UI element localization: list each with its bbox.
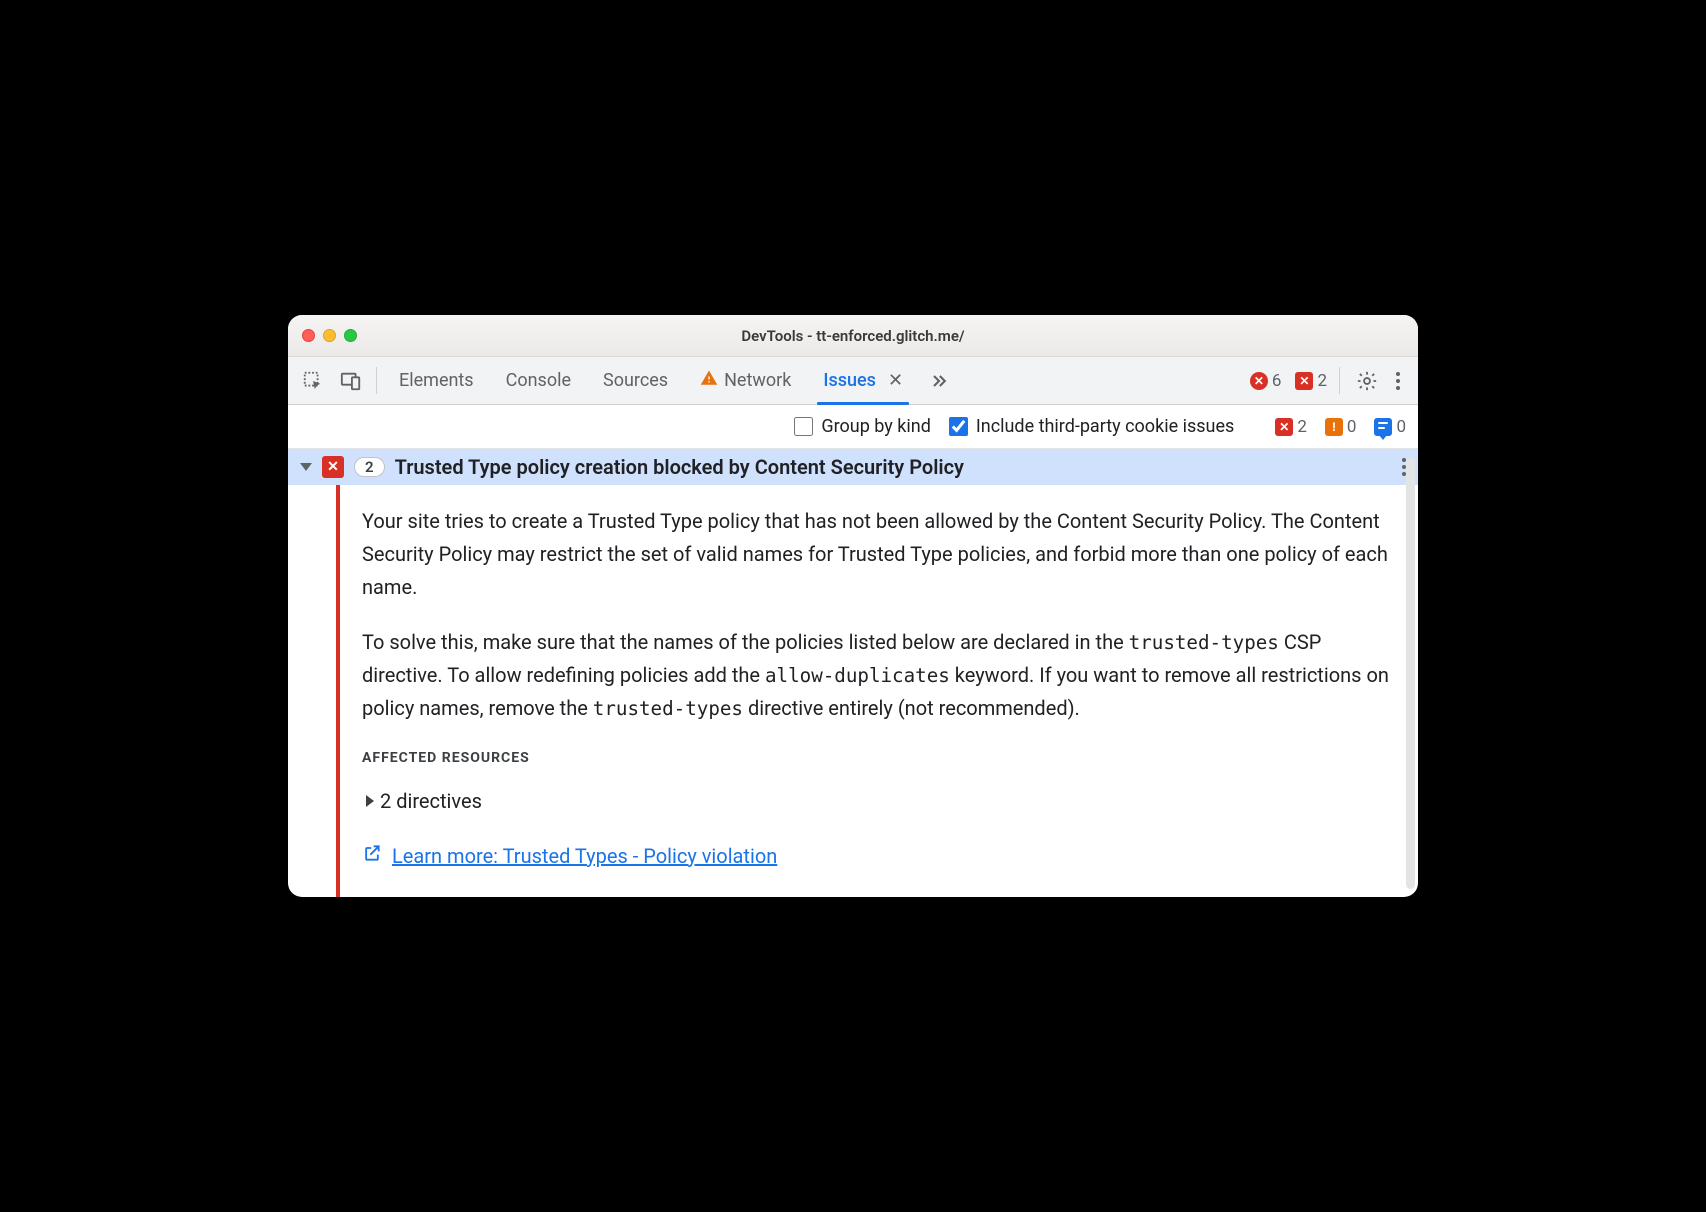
error-square-icon: ✕: [1295, 372, 1313, 390]
chevron-right-icon: [366, 795, 374, 807]
issues-content: ✕ 2 Trusted Type policy creation blocked…: [288, 449, 1418, 896]
tab-network[interactable]: Network: [684, 357, 807, 404]
issue-count-pill: 2: [354, 457, 385, 477]
device-toolbar-icon[interactable]: [332, 357, 370, 404]
issue-body: Your site tries to create a Trusted Type…: [288, 485, 1418, 896]
warning-square-icon: !: [1325, 418, 1343, 436]
close-tab-icon[interactable]: ✕: [888, 370, 903, 391]
error-circle-icon: ✕: [1250, 372, 1268, 390]
tab-network-label: Network: [724, 370, 791, 391]
tab-issues-label: Issues: [823, 370, 876, 391]
status-badges: ✕ 6 ✕ 2: [1240, 357, 1333, 404]
issues-error-count: 2: [1297, 417, 1307, 437]
directives-label: 2 directives: [380, 785, 482, 818]
issues-toolbar: Group by kind Include third-party cookie…: [288, 405, 1418, 449]
fullscreen-window-button[interactable]: [344, 329, 357, 342]
chevron-down-icon[interactable]: [300, 463, 312, 471]
issue-paragraph-1: Your site tries to create a Trusted Type…: [362, 505, 1392, 604]
tab-sources[interactable]: Sources: [587, 357, 684, 404]
devtools-window: DevTools - tt-enforced.glitch.me/ Elemen…: [288, 315, 1418, 896]
issue-paragraph-2: To solve this, make sure that the names …: [362, 626, 1392, 725]
console-errors-badge[interactable]: ✕ 6: [1250, 371, 1282, 391]
include-third-party-label: Include third-party cookie issues: [976, 416, 1234, 437]
code-allow-duplicates: allow-duplicates: [765, 664, 950, 687]
group-by-kind-input[interactable]: [794, 417, 813, 436]
tab-elements[interactable]: Elements: [383, 357, 490, 404]
info-chat-icon: [1374, 418, 1392, 436]
more-tabs-icon[interactable]: [919, 357, 959, 404]
severity-bar: [336, 485, 340, 896]
tab-elements-label: Elements: [399, 370, 474, 391]
warning-triangle-icon: [700, 369, 718, 392]
more-options-icon[interactable]: [1388, 357, 1408, 404]
traffic-lights: [302, 329, 357, 342]
issues-error-filter[interactable]: ✕ 2: [1275, 417, 1307, 437]
error-square-icon: ✕: [322, 456, 344, 478]
code-trusted-types-2: trusted-types: [593, 697, 743, 720]
inspect-element-icon[interactable]: [294, 357, 332, 404]
include-third-party-checkbox[interactable]: Include third-party cookie issues: [949, 416, 1234, 437]
settings-icon[interactable]: [1346, 357, 1388, 404]
affected-resources-header: AFFECTED RESOURCES: [362, 747, 1392, 770]
error-square-icon: ✕: [1275, 418, 1293, 436]
issue-errors-badge[interactable]: ✕ 2: [1295, 371, 1327, 391]
issue-header[interactable]: ✕ 2 Trusted Type policy creation blocked…: [288, 449, 1418, 485]
directives-expander[interactable]: 2 directives: [362, 785, 1392, 818]
issues-info-count: 0: [1396, 417, 1406, 437]
issues-info-filter[interactable]: 0: [1374, 417, 1406, 437]
tab-console[interactable]: Console: [490, 357, 587, 404]
issue-title: Trusted Type policy creation blocked by …: [395, 455, 1392, 479]
group-by-kind-checkbox[interactable]: Group by kind: [794, 416, 931, 437]
minimize-window-button[interactable]: [323, 329, 336, 342]
console-errors-count: 6: [1272, 371, 1282, 391]
learn-more-row: Learn more: Trusted Types - Policy viola…: [362, 840, 1392, 873]
tab-console-label: Console: [506, 370, 571, 391]
issues-warning-count: 0: [1347, 417, 1357, 437]
include-third-party-input[interactable]: [949, 417, 968, 436]
titlebar: DevTools - tt-enforced.glitch.me/: [288, 315, 1418, 357]
divider: [376, 367, 377, 394]
issues-warning-filter[interactable]: ! 0: [1325, 417, 1357, 437]
window-title: DevTools - tt-enforced.glitch.me/: [288, 327, 1418, 345]
code-trusted-types: trusted-types: [1129, 631, 1279, 654]
close-window-button[interactable]: [302, 329, 315, 342]
tab-issues[interactable]: Issues ✕: [807, 357, 919, 404]
group-by-kind-label: Group by kind: [821, 416, 931, 437]
divider: [1339, 367, 1340, 394]
panel-tabbar: Elements Console Sources Network Issues …: [288, 357, 1418, 405]
learn-more-link[interactable]: Learn more: Trusted Types - Policy viola…: [392, 840, 777, 873]
issue-errors-count: 2: [1317, 371, 1327, 391]
tab-sources-label: Sources: [603, 370, 668, 391]
external-link-icon: [362, 840, 382, 873]
